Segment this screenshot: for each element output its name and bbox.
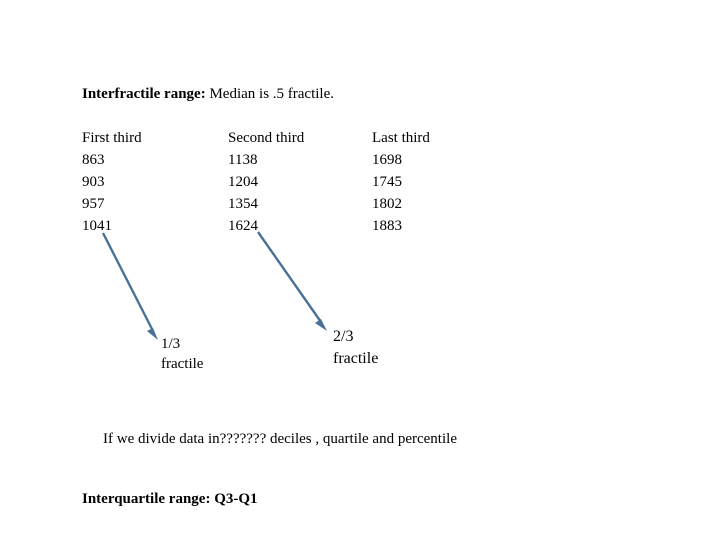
table-header-row: First third Second third Last third xyxy=(82,127,492,149)
callout-one-third-line2: fractile xyxy=(161,356,204,372)
table-row: 1041 1624 1883 xyxy=(82,215,492,237)
arrow-two-thirds xyxy=(257,231,327,331)
arrow-one-third-head xyxy=(147,328,158,340)
table-cell: 863 xyxy=(82,152,105,168)
table-cell: 1041 xyxy=(82,218,112,234)
arrow-two-thirds-head xyxy=(315,319,327,331)
arrow-one-third-shaft xyxy=(101,232,155,332)
table-cell: 1624 xyxy=(228,218,258,234)
column-header-last-third: Last third xyxy=(372,130,430,146)
table-cell: 1883 xyxy=(372,218,402,234)
thirds-table: First third Second third Last third 863 … xyxy=(82,127,492,237)
column-header-first-third: First third xyxy=(82,130,142,146)
arrow-one-third xyxy=(101,232,158,340)
callout-two-thirds-line1: 2/3 xyxy=(333,328,354,345)
table-cell: 1354 xyxy=(228,196,258,212)
table-cell: 1204 xyxy=(228,174,258,190)
arrow-two-thirds-shaft xyxy=(257,231,322,323)
page-title: Interfractile range: Median is .5 fracti… xyxy=(82,85,334,103)
table-row: 957 1354 1802 xyxy=(82,193,492,215)
table-cell: 1802 xyxy=(372,196,402,212)
table-row: 863 1138 1698 xyxy=(82,149,492,171)
callout-one-third-line1: 1/3 xyxy=(161,336,181,352)
divide-data-text: If we divide data in??????? deciles , qu… xyxy=(103,431,457,447)
callout-two-thirds-fractile: 2/3 fractile xyxy=(333,326,378,370)
column-header-second-third: Second third xyxy=(228,130,305,146)
arrow-layer xyxy=(101,231,327,340)
table-row: 903 1204 1745 xyxy=(82,171,492,193)
table-cell: 1698 xyxy=(372,152,402,168)
table-cell: 903 xyxy=(82,174,105,190)
page-title-rest: Median is .5 fractile. xyxy=(205,86,334,102)
slide-canvas: Interfractile range: Median is .5 fracti… xyxy=(0,0,720,540)
callout-two-thirds-line2: fractile xyxy=(333,350,379,367)
page-title-lead: Interfractile range: xyxy=(82,86,206,102)
interquartile-range-text: Interquartile range: Q3-Q1 xyxy=(82,491,258,507)
table-cell: 1745 xyxy=(372,174,402,190)
table-cell: 957 xyxy=(82,196,105,212)
table-cell: 1138 xyxy=(228,152,258,168)
callout-one-third-fractile: 1/3 fractile xyxy=(161,334,203,374)
